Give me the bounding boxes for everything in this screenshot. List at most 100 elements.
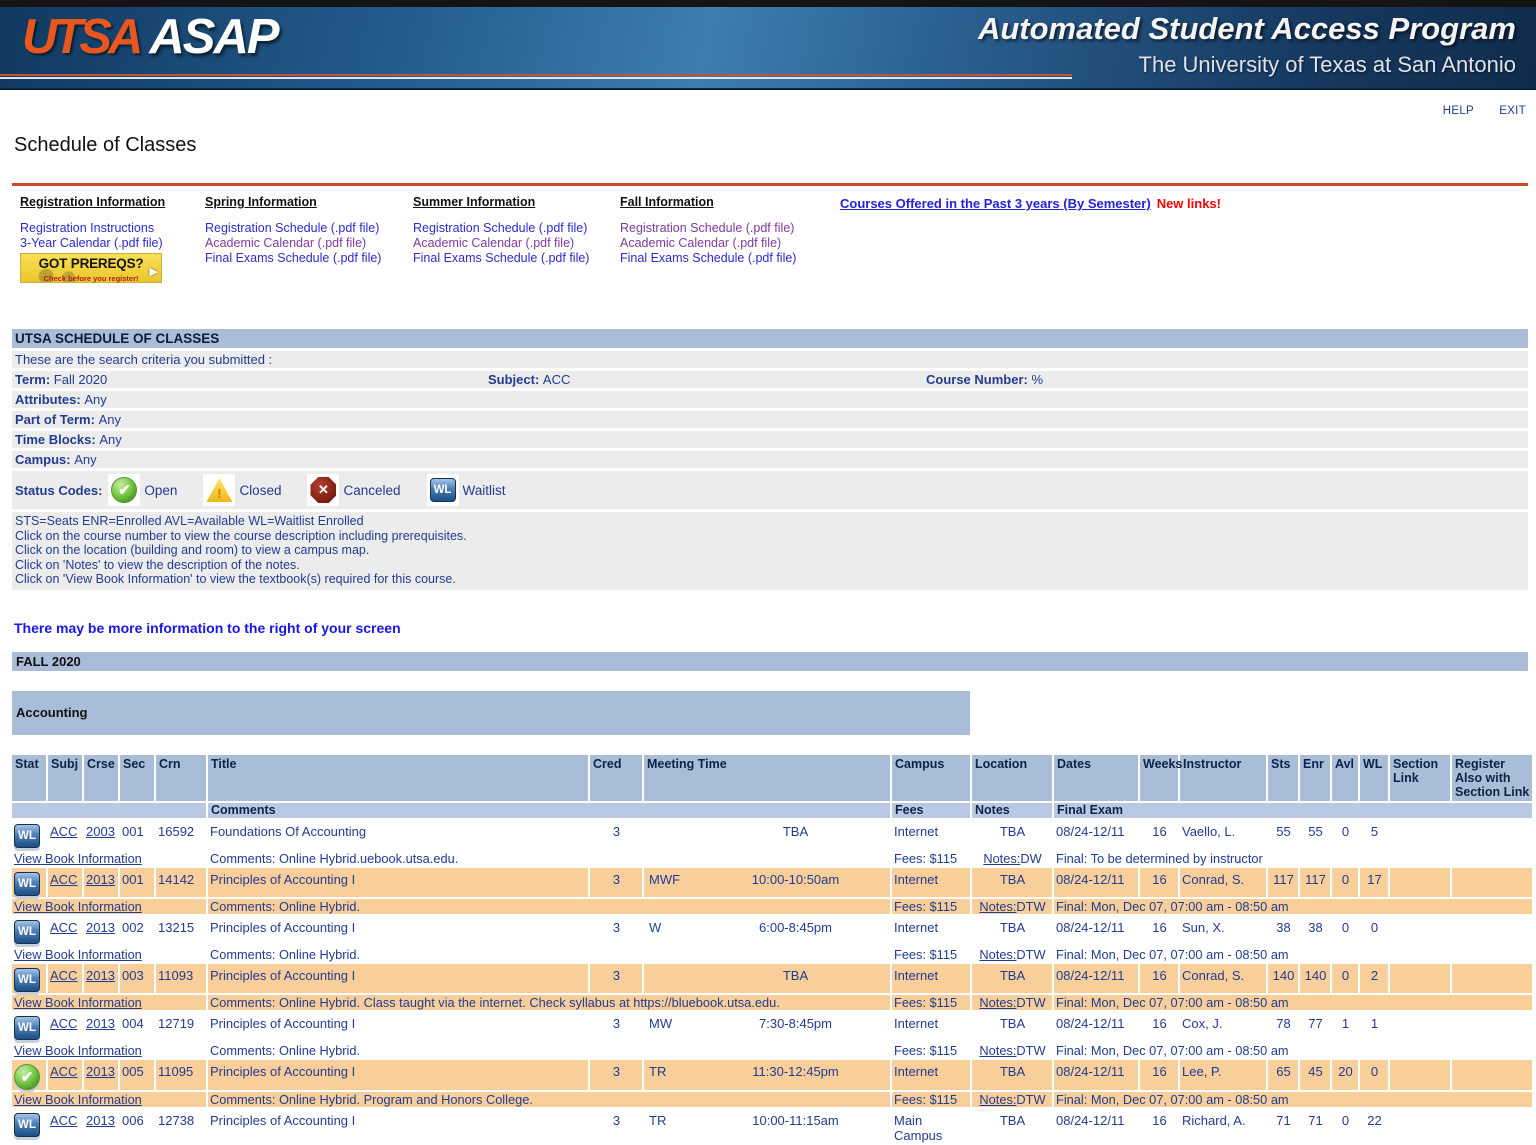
notes-link[interactable]: Notes: <box>983 851 1020 866</box>
nav-link[interactable]: Registration Schedule (.pdf file) <box>205 221 413 236</box>
fees-cell: Fees: $115 <box>894 850 958 866</box>
subject-section-bar: Accounting <box>12 690 970 735</box>
view-book-link[interactable]: View Book Information <box>14 851 142 866</box>
nav-link[interactable]: Academic Calendar (.pdf file) <box>413 236 620 251</box>
nav-column-heading: Summer Information <box>413 195 536 209</box>
got-prereqs-banner[interactable]: GOT PREREQS? Check before you register! ▶ <box>20 253 162 283</box>
meeting-hours: 10:00-10:50am <box>751 871 840 887</box>
final-exam-cell: Final: To be determined by instructor <box>1056 850 1263 866</box>
crse-cell: 2013 <box>84 1109 118 1143</box>
section-link-cell <box>1390 820 1450 849</box>
crse-link[interactable]: 2013 <box>86 872 115 887</box>
subj-link[interactable]: ACC <box>50 824 77 839</box>
view-book-link[interactable]: View Book Information <box>14 947 142 962</box>
page-title: Schedule of Classes <box>14 134 197 156</box>
help-link[interactable]: HELP <box>1443 105 1474 117</box>
subj-link[interactable]: ACC <box>50 920 77 935</box>
weeks-cell: 16 <box>1152 823 1167 839</box>
notes-link[interactable]: Notes: <box>979 947 1016 962</box>
crse-link[interactable]: 2013 <box>86 1064 115 1079</box>
view-book-link[interactable]: View Book Information <box>14 899 142 914</box>
wl-cell: 0 <box>1370 919 1379 935</box>
book-info-row: View Book Information Comments: Online Hy… <box>12 947 1532 962</box>
nav-link[interactable]: Final Exams Schedule (.pdf file) <box>205 251 413 266</box>
book-info-row: View Book Information Comments: Online Hy… <box>12 851 1532 866</box>
header-title: Automated Student Access Program <box>977 11 1516 46</box>
meeting-time-cell: TR 11:30-12:45pm <box>644 1059 890 1090</box>
column-header-avl: Avl <box>1332 754 1358 801</box>
subject-field: Subject: ACC <box>488 372 571 387</box>
view-book-link[interactable]: View Book Information <box>14 1043 142 1058</box>
crn-cell: 16592 <box>158 823 195 839</box>
notes-link[interactable]: Notes: <box>979 1092 1016 1107</box>
exit-link[interactable]: EXIT <box>1499 105 1526 117</box>
avl-cell: 1 <box>1341 1015 1350 1031</box>
time-blocks-row: Time Blocks: Any <box>12 431 1528 448</box>
notes-link[interactable]: Notes: <box>979 899 1016 914</box>
column-header-instructor: Instructor <box>1180 754 1266 801</box>
register-also-cell <box>1452 1109 1532 1143</box>
location-cell: TBA <box>972 1059 1052 1090</box>
crse-cell: 2013 <box>84 1059 118 1090</box>
view-book-link[interactable]: View Book Information <box>14 995 142 1010</box>
course-row: WL ACC 2013 006 12738 Principles of Accountin… <box>12 1109 1532 1143</box>
schedule-table: Stat Subj Crse Sec Crn Title Cred Meeting Time C… <box>10 753 1534 1145</box>
column-header-meeting-time: Meeting Time <box>644 754 890 801</box>
nav-link[interactable]: Final Exams Schedule (.pdf file) <box>620 251 840 266</box>
register-also-cell <box>1452 916 1532 945</box>
subj-link[interactable]: ACC <box>50 1016 77 1031</box>
column-header-weeks: Weeks <box>1140 754 1182 801</box>
fees-header: Fees <box>892 802 970 818</box>
status-codes-label: Status Codes: <box>15 482 103 498</box>
crse-link[interactable]: 2013 <box>86 968 115 983</box>
subj-link[interactable]: ACC <box>50 1113 77 1128</box>
notes-value: DTW <box>1016 1042 1046 1058</box>
crse-link[interactable]: 2003 <box>86 824 115 839</box>
dates-cell: 08/24-12/11 <box>1056 823 1125 839</box>
subj-cell: ACC <box>48 916 82 945</box>
term-section-bar: FALL 2020 <box>12 651 1528 671</box>
waitlist-status-icon: WL <box>14 823 40 848</box>
table-subheader-row: Comments Fees Notes Final Exam <box>12 802 1532 818</box>
nav-link[interactable]: Registration Schedule (.pdf file) <box>413 221 620 236</box>
notes-link[interactable]: Notes: <box>979 995 1016 1010</box>
notes-link[interactable]: Notes: <box>979 1043 1016 1058</box>
nav-link[interactable]: Registration Instructions <box>20 221 205 236</box>
column-header-wl: WL <box>1360 754 1388 801</box>
waitlist-status-icon: WL <box>14 1112 40 1137</box>
open-status-icon: ✔ <box>111 477 138 503</box>
stat-cell: ✔ <box>12 1059 46 1090</box>
view-book-cell: View Book Information <box>12 851 206 866</box>
book-info-row: View Book Information Comments: Online Hy… <box>12 994 1532 1010</box>
criteria-header: UTSA SCHEDULE OF CLASSES <box>12 329 1528 348</box>
nav-link[interactable]: Academic Calendar (.pdf file) <box>620 236 840 251</box>
crse-link[interactable]: 2013 <box>86 1016 115 1031</box>
orange-divider <box>12 183 1528 186</box>
legend-line: Click on the course number to view the c… <box>15 528 467 543</box>
location-cell: TBA <box>999 1112 1026 1128</box>
book-info-row: View Book Information Comments: Online Hy… <box>12 1043 1532 1058</box>
subj-link[interactable]: ACC <box>50 872 77 887</box>
status-code-item: ✔ Open <box>108 474 177 506</box>
subj-link[interactable]: ACC <box>50 968 77 983</box>
subj-link[interactable]: ACC <box>50 1064 77 1079</box>
meeting-hours: 10:00-11:15am <box>752 1112 839 1128</box>
nav-link[interactable]: Academic Calendar (.pdf file) <box>205 236 413 251</box>
cred-cell: 3 <box>590 963 642 993</box>
column-header-section-link: Section Link <box>1390 754 1450 801</box>
notes-cell: Notes:DTW <box>972 947 1052 962</box>
view-book-link[interactable]: View Book Information <box>14 1092 142 1107</box>
campus-cell: Internet <box>892 867 970 897</box>
nav-link[interactable]: Registration Schedule (.pdf file) <box>620 221 840 236</box>
weeks-cell: 16 <box>1140 1059 1178 1090</box>
crse-link[interactable]: 2013 <box>86 1113 115 1128</box>
closed-status-tile: ! <box>203 474 236 506</box>
instructor-cell: Conrad, S. <box>1180 963 1266 993</box>
location-cell: TBA <box>972 867 1052 897</box>
courses-offered-link[interactable]: Courses Offered in the Past 3 years (By … <box>840 196 1151 211</box>
crse-link[interactable]: 2013 <box>86 920 115 935</box>
nav-link[interactable]: 3-Year Calendar (.pdf file) <box>20 236 205 251</box>
weeks-cell: 16 <box>1140 867 1178 897</box>
enr-cell: 117 <box>1300 867 1330 897</box>
nav-link[interactable]: Final Exams Schedule (.pdf file) <box>413 251 620 266</box>
